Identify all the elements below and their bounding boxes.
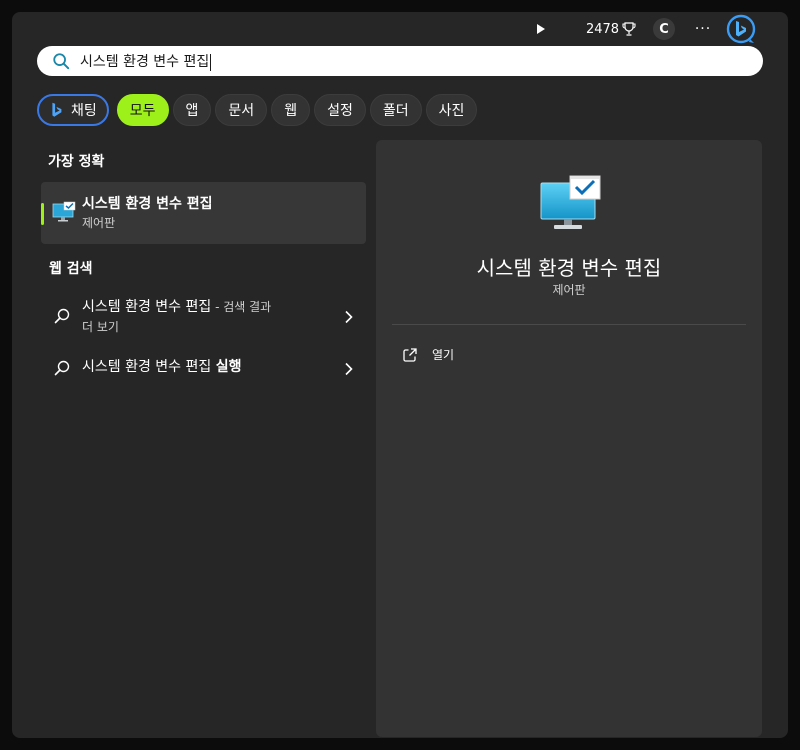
- tab-web[interactable]: 웹: [271, 94, 311, 126]
- ellipsis-icon: ···: [694, 21, 712, 37]
- system-properties-icon: [52, 201, 76, 222]
- open-action[interactable]: 열기: [402, 346, 454, 363]
- search-icon: [54, 360, 70, 376]
- search-icon: [54, 308, 70, 324]
- open-external-icon: [403, 347, 417, 362]
- preview-subtitle: 제어판: [552, 283, 586, 297]
- bing-icon: [52, 102, 62, 117]
- start-search-panel: 시스템 환경 변수 편집 채팅 모두 앱 문서 웹 설정 폴더 사진 2478 …: [12, 12, 788, 738]
- tab-folders[interactable]: 폴더: [369, 94, 422, 126]
- chevron-right-icon: [345, 362, 353, 376]
- profile-button[interactable]: C: [652, 12, 676, 46]
- search-icon: [53, 53, 70, 70]
- web-search-label: 시스템 환경 변수 편집 실행: [82, 359, 242, 375]
- bing-chat-button[interactable]: [725, 12, 757, 46]
- tab-photos[interactable]: 사진: [425, 94, 478, 126]
- web-search-item[interactable]: 시스템 환경 변수 편집 - 검색 결과 더 보기: [41, 296, 366, 338]
- open-label: 열기: [432, 348, 455, 362]
- divider: [392, 324, 746, 325]
- filter-bar: 채팅 모두 앱 문서 웹 설정 폴더 사진: [37, 93, 481, 127]
- system-properties-icon: [540, 175, 601, 229]
- selection-indicator: [41, 203, 44, 225]
- rewards-points[interactable]: 2478: [585, 12, 637, 46]
- best-match-title: 시스템 환경 변수 편집: [82, 196, 213, 212]
- avatar: C: [653, 18, 675, 40]
- web-search-item[interactable]: 시스템 환경 변수 편집 실행: [41, 356, 366, 380]
- text-caret: [210, 53, 212, 71]
- more-options-button[interactable]: ···: [692, 12, 714, 46]
- web-search-heading: 웹 검색: [49, 261, 93, 277]
- web-search-label: 시스템 환경 변수 편집 - 검색 결과 더 보기: [82, 299, 272, 334]
- best-match-heading: 가장 정확: [48, 154, 105, 170]
- chevron-right-icon: [345, 310, 353, 324]
- chat-label: 채팅: [71, 103, 97, 119]
- points-value: 2478: [585, 21, 620, 37]
- tab-apps[interactable]: 앱: [172, 94, 212, 126]
- tab-settings[interactable]: 설정: [314, 94, 366, 126]
- tab-documents[interactable]: 문서: [215, 94, 268, 126]
- trophy-icon: [622, 22, 636, 36]
- search-box[interactable]: 시스템 환경 변수 편집: [37, 46, 763, 76]
- search-input[interactable]: 시스템 환경 변수 편집: [80, 51, 212, 71]
- best-match-result[interactable]: 시스템 환경 변수 편집 제어판: [41, 182, 366, 244]
- more-filters-button[interactable]: [531, 12, 551, 46]
- bing-chat-icon: [726, 14, 756, 44]
- play-icon: [537, 24, 545, 34]
- preview-title: 시스템 환경 변수 편집: [476, 256, 662, 280]
- chat-button[interactable]: 채팅: [37, 94, 109, 126]
- best-match-subtitle: 제어판: [82, 216, 116, 230]
- preview-pane: 시스템 환경 변수 편집 제어판 열기: [376, 140, 762, 737]
- tab-all[interactable]: 모두: [116, 94, 169, 126]
